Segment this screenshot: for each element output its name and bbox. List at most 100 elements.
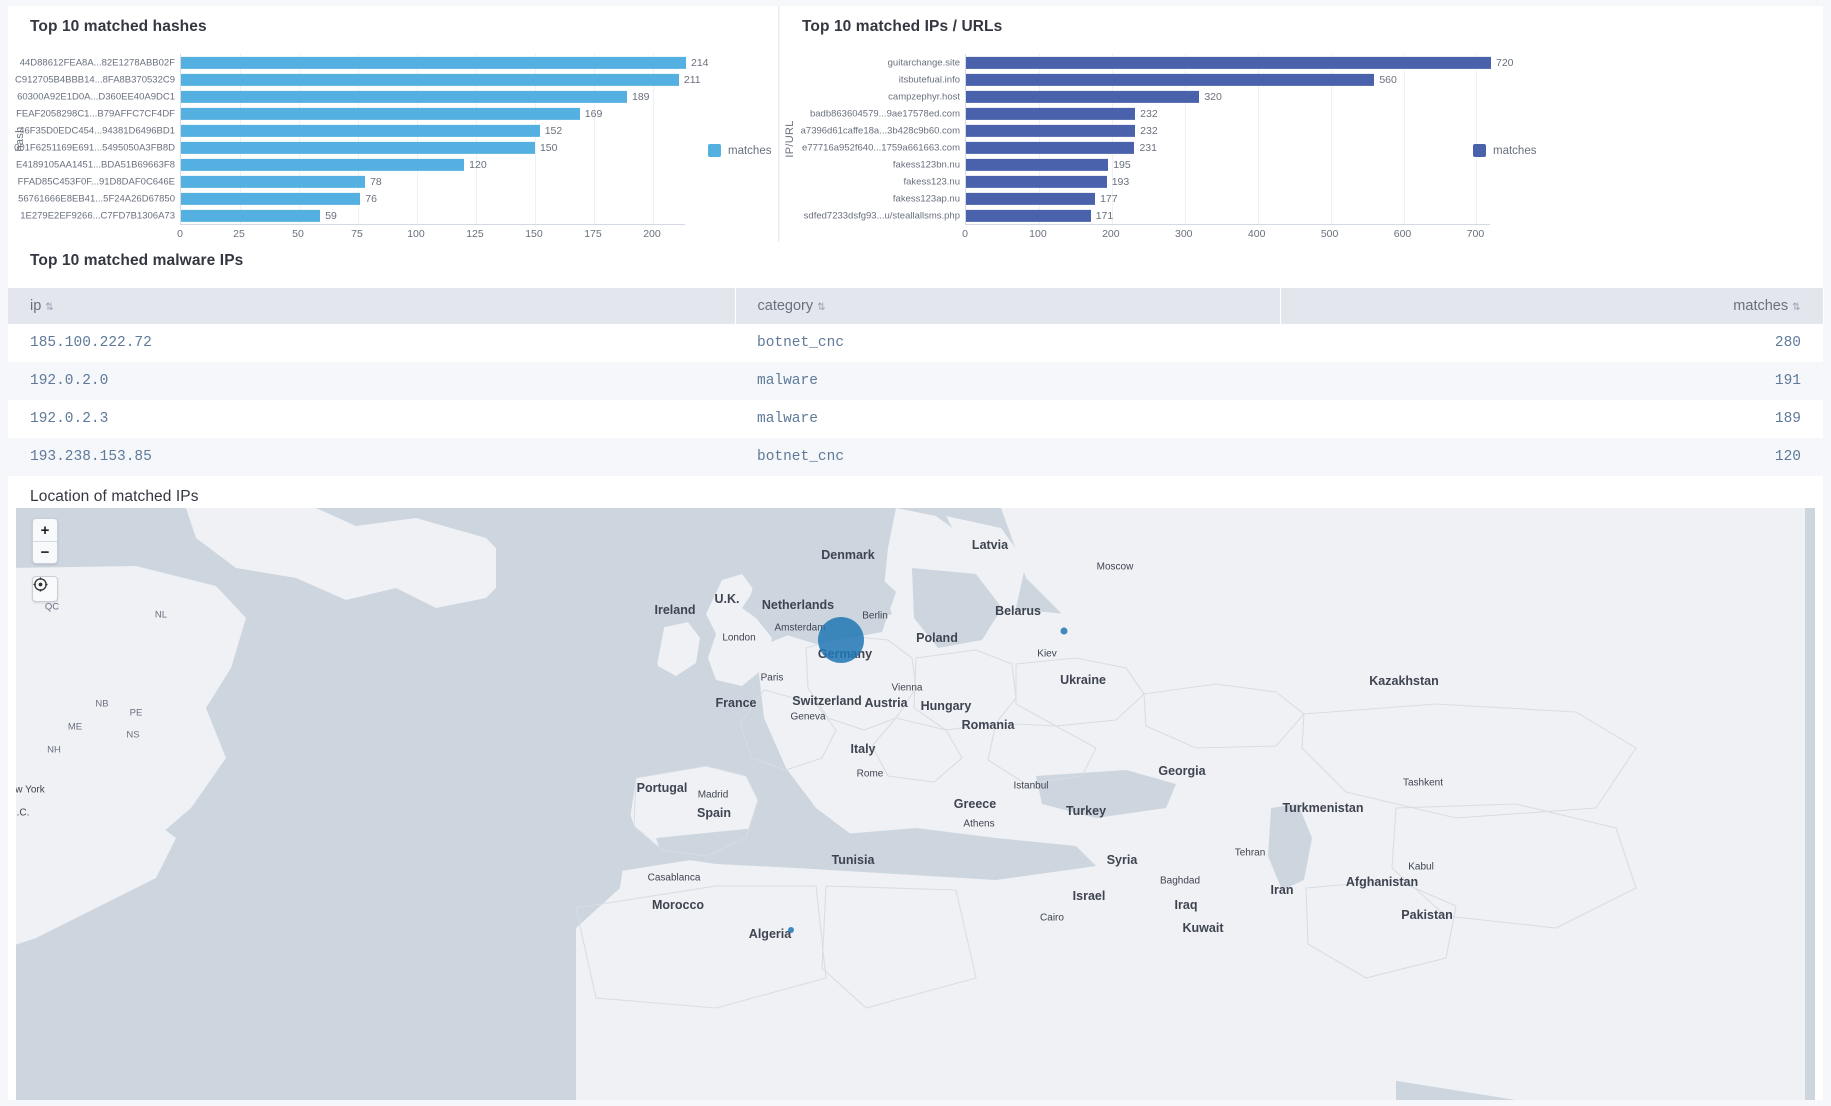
category-label: 1E279E2EF9266...C7FD7B1306A73 bbox=[20, 210, 175, 221]
map-label: Kuwait bbox=[1183, 921, 1224, 935]
map-label: Belarus bbox=[995, 604, 1041, 618]
bar[interactable] bbox=[181, 73, 679, 85]
map-label: Tashkent bbox=[1403, 778, 1443, 789]
legend-label: matches bbox=[1493, 145, 1536, 157]
map-zoom-out-button[interactable]: − bbox=[33, 541, 57, 563]
map-label: NS bbox=[126, 730, 139, 741]
bar[interactable] bbox=[966, 209, 1091, 221]
bar[interactable] bbox=[181, 56, 686, 68]
category-label: 60300A92E1D0A...D360EE40A9DC1 bbox=[17, 91, 175, 102]
panel-title-hashes: Top 10 matched hashes bbox=[8, 6, 778, 36]
map-label: France bbox=[716, 696, 757, 710]
map-label: Austria bbox=[864, 696, 907, 710]
bar-value-label: 189 bbox=[632, 91, 650, 103]
crosshair-icon bbox=[33, 577, 48, 592]
table-cell-matches[interactable]: 280 bbox=[1280, 324, 1823, 362]
map-label: London bbox=[722, 633, 755, 644]
map-label: Kazakhstan bbox=[1369, 674, 1438, 688]
x-axis-tick-label: 0 bbox=[962, 228, 968, 240]
map-marker[interactable] bbox=[818, 617, 864, 663]
table-cell-category[interactable]: malware bbox=[735, 400, 1280, 438]
bar[interactable] bbox=[181, 192, 360, 204]
y-axis-tick-labels: guitarchange.siteitsbutefual.infocampzep… bbox=[800, 54, 965, 224]
table-header-label: matches bbox=[1733, 298, 1788, 314]
bar[interactable] bbox=[181, 175, 365, 187]
bar[interactable] bbox=[966, 124, 1135, 136]
sort-icon[interactable]: ⇅ bbox=[1792, 302, 1800, 313]
bar[interactable] bbox=[181, 90, 627, 102]
table-row[interactable]: 185.100.222.72botnet_cnc280 bbox=[8, 324, 1823, 362]
bar[interactable] bbox=[966, 107, 1135, 119]
bar-value-label: 76 bbox=[365, 193, 377, 205]
table-cell-ip[interactable]: 185.100.222.72 bbox=[8, 324, 735, 362]
table-cell-matches[interactable]: 191 bbox=[1280, 362, 1823, 400]
table-cell-category[interactable]: botnet_cnc bbox=[735, 438, 1280, 476]
table-row[interactable]: 192.0.2.3malware189 bbox=[8, 400, 1823, 438]
x-axis-tick-label: 125 bbox=[466, 228, 484, 240]
chart-legend[interactable]: matches bbox=[1473, 144, 1536, 157]
bar[interactable] bbox=[966, 90, 1199, 102]
sort-icon[interactable]: ⇅ bbox=[817, 302, 825, 313]
table-header-category[interactable]: category⇅ bbox=[735, 288, 1280, 324]
map-label: NL bbox=[155, 610, 167, 621]
category-label: FFAD85C453F0F...91D8DAF0C646E bbox=[18, 176, 175, 187]
category-label: 44D88612FEA8A...82E1278ABB02F bbox=[20, 57, 175, 68]
table-cell-matches[interactable]: 120 bbox=[1280, 438, 1823, 476]
map-zoom-controls[interactable]: + − bbox=[32, 518, 58, 564]
map-label: Spain bbox=[697, 806, 731, 820]
chart-legend[interactable]: matches bbox=[708, 144, 771, 157]
bar[interactable] bbox=[181, 124, 540, 136]
map-label: QC bbox=[45, 602, 59, 613]
panel-title-ips-urls: Top 10 matched IPs / URLs bbox=[780, 6, 1823, 36]
map-label: Turkmenistan bbox=[1282, 801, 1363, 815]
x-axis-tick-label: 100 bbox=[407, 228, 425, 240]
table-cell-ip[interactable]: 192.0.2.0 bbox=[8, 362, 735, 400]
bar[interactable] bbox=[181, 141, 535, 153]
panel-top-matched-malware-ips: Top 10 matched malware IPs ip⇅category⇅m… bbox=[8, 240, 1823, 476]
table-cell-ip[interactable]: 193.238.153.85 bbox=[8, 438, 735, 476]
dashboard-root: Top 10 matched hashes hash44D88612FEA8A.… bbox=[0, 0, 1831, 1106]
table-cell-matches[interactable]: 189 bbox=[1280, 400, 1823, 438]
bar[interactable] bbox=[966, 158, 1108, 170]
gridline bbox=[1404, 54, 1405, 224]
bar[interactable] bbox=[966, 175, 1107, 187]
bar[interactable] bbox=[181, 209, 320, 221]
table-cell-category[interactable]: botnet_cnc bbox=[735, 324, 1280, 362]
sort-icon[interactable]: ⇅ bbox=[45, 302, 53, 313]
chart-top-matched-ips-urls: IP/URLguitarchange.siteitsbutefual.infoc… bbox=[780, 44, 1823, 242]
table-cell-ip[interactable]: 192.0.2.3 bbox=[8, 400, 735, 438]
bars-plot: 720560320232232231195193177171 bbox=[965, 54, 1490, 224]
map-marker[interactable] bbox=[1061, 628, 1068, 635]
map-marker[interactable] bbox=[788, 927, 794, 933]
map-label: Paris bbox=[761, 673, 784, 684]
table-header-ip[interactable]: ip⇅ bbox=[8, 288, 735, 324]
map-locate-button[interactable] bbox=[32, 576, 58, 602]
panel-top-matched-hashes: Top 10 matched hashes hash44D88612FEA8A.… bbox=[8, 6, 778, 242]
table-cell-category[interactable]: malware bbox=[735, 362, 1280, 400]
plot-area: 44D88612FEA8A...82E1278ABB02FC912705B4BB… bbox=[30, 54, 685, 224]
x-axis-tick-label: 700 bbox=[1467, 228, 1485, 240]
map-canvas[interactable]: + − QCNLNBPEMENSNHw York.C.StockholmDenm… bbox=[16, 508, 1815, 1100]
panel-top-matched-ips-urls: Top 10 matched IPs / URLs IP/URLguitarch… bbox=[780, 6, 1823, 242]
bar-value-label: 78 bbox=[370, 176, 382, 188]
bar[interactable] bbox=[966, 192, 1095, 204]
map-label: Iraq bbox=[1175, 898, 1198, 912]
bar[interactable] bbox=[966, 73, 1374, 85]
bar[interactable] bbox=[966, 56, 1491, 68]
table-row[interactable]: 193.238.153.85botnet_cnc120 bbox=[8, 438, 1823, 476]
map-label: Geneva bbox=[790, 712, 825, 723]
x-axis-tick-label: 500 bbox=[1321, 228, 1339, 240]
bar[interactable] bbox=[966, 141, 1134, 153]
x-axis-tick-label: 400 bbox=[1248, 228, 1266, 240]
x-axis-tick-label: 600 bbox=[1394, 228, 1412, 240]
bar[interactable] bbox=[181, 107, 580, 119]
map-label: Stockholm bbox=[902, 508, 949, 509]
panel-title-map: Location of matched IPs bbox=[8, 476, 1823, 506]
x-axis-tick-label: 175 bbox=[584, 228, 602, 240]
category-label: fakess123ap.nu bbox=[893, 193, 960, 204]
table-header-matches[interactable]: matches ⇅ bbox=[1280, 288, 1823, 324]
bar[interactable] bbox=[181, 158, 464, 170]
table-row[interactable]: 192.0.2.0malware191 bbox=[8, 362, 1823, 400]
map-label: Romania bbox=[962, 718, 1015, 732]
map-zoom-in-button[interactable]: + bbox=[33, 519, 57, 541]
